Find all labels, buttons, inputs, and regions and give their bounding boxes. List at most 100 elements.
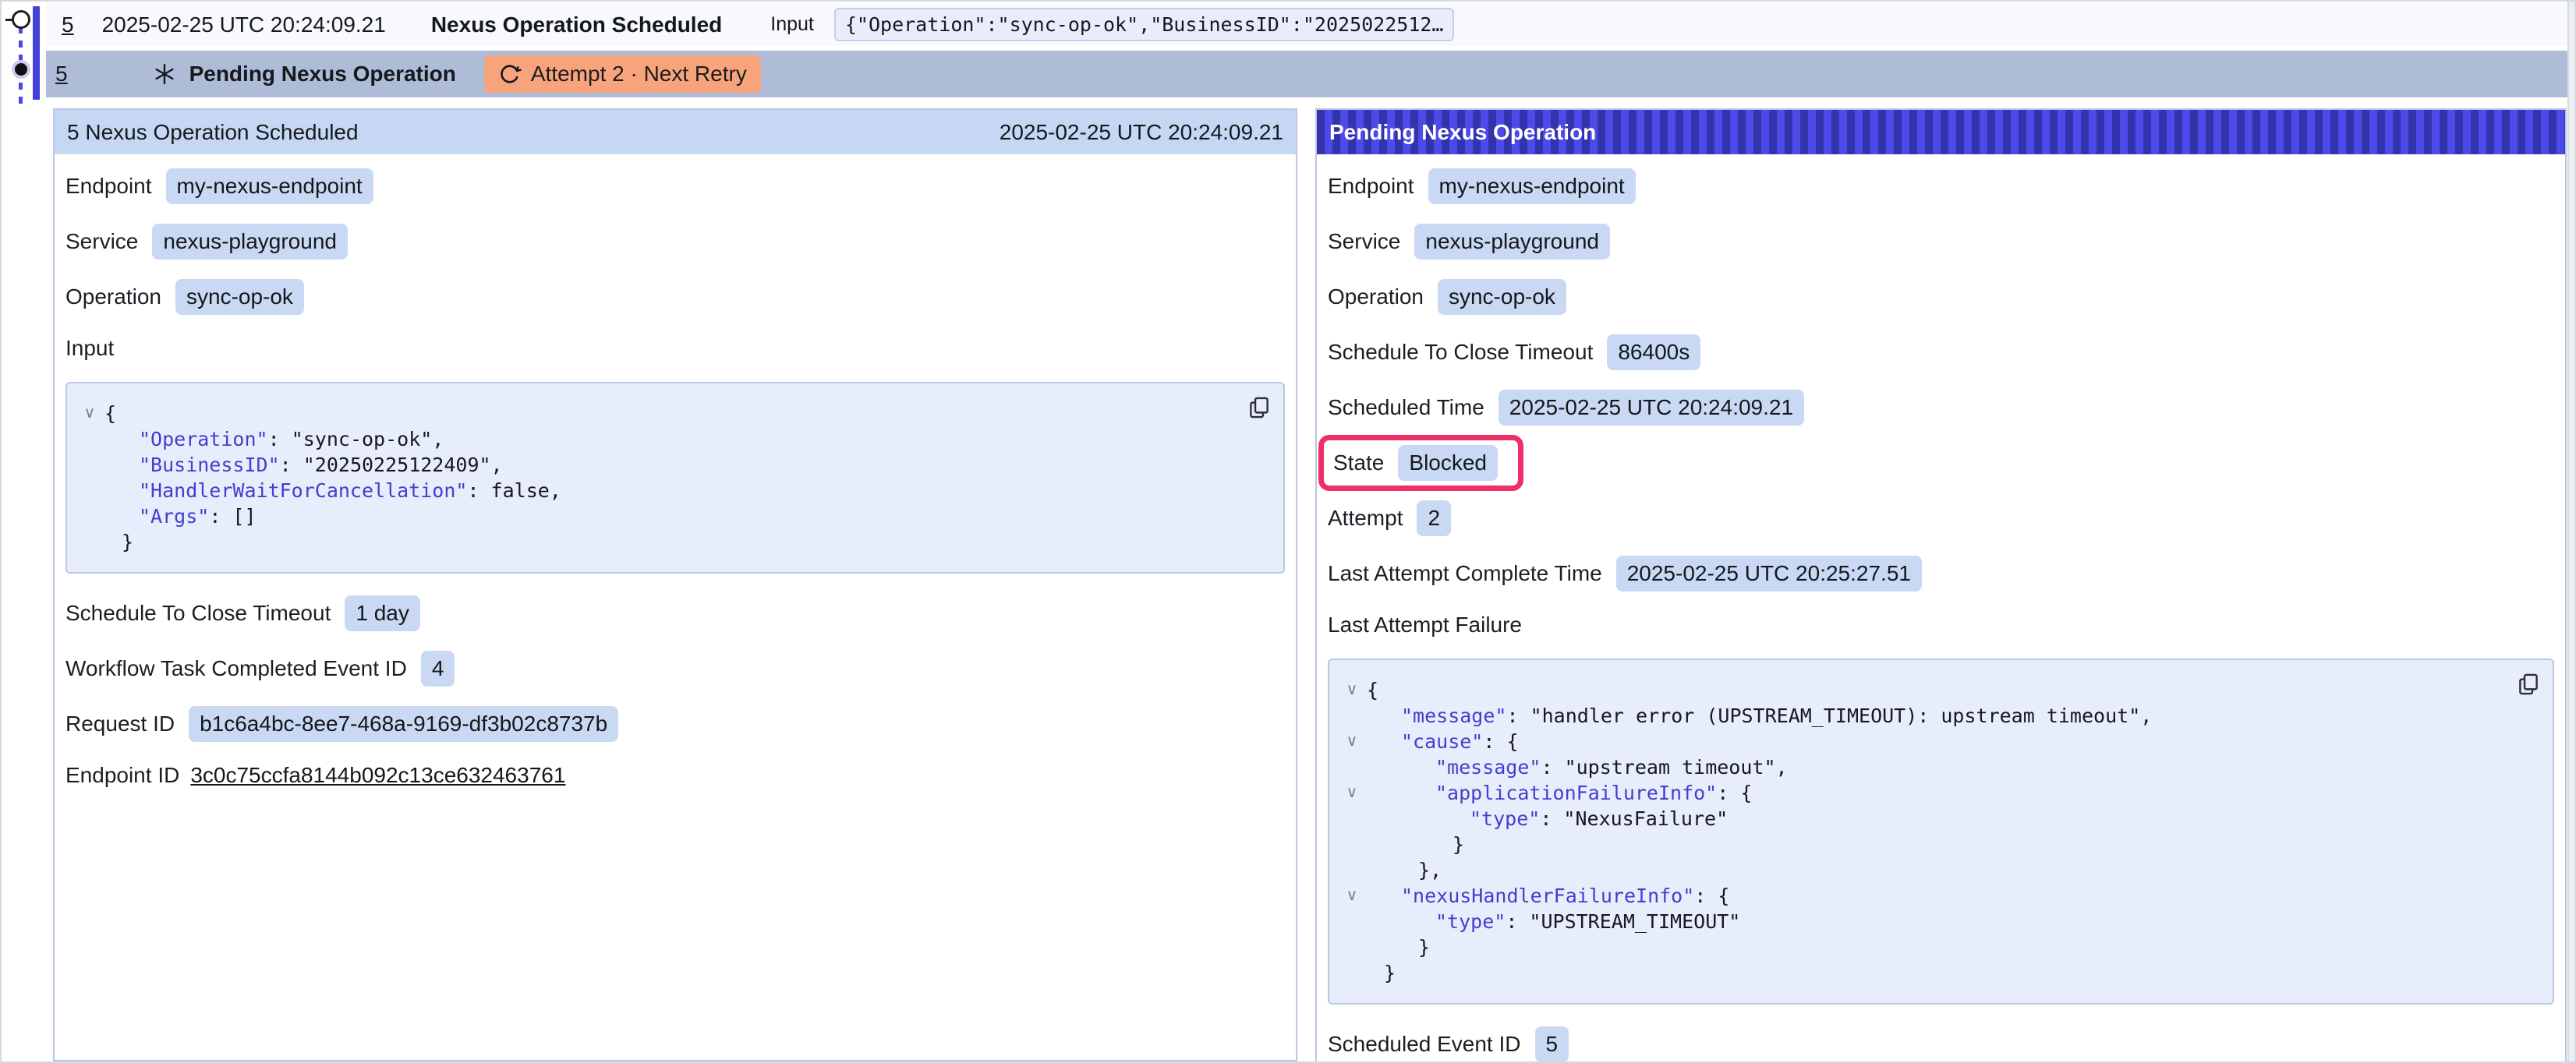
field-value-chip: 2025-02-25 UTC 20:25:27.51 bbox=[1616, 556, 1922, 592]
scheduled-panel-header: 5 Nexus Operation Scheduled 2025-02-25 U… bbox=[55, 110, 1296, 154]
field-label: Last Attempt Complete Time bbox=[1328, 561, 1602, 586]
field-label: Operation bbox=[1328, 284, 1424, 309]
scheduled-panel-body: Endpointmy-nexus-endpoint Servicenexus-pl… bbox=[55, 154, 1296, 823]
field-label: Input bbox=[65, 336, 114, 361]
code-gutter bbox=[1337, 857, 1367, 883]
json-code-line: ∨"nexusHandlerFailureInfo": { bbox=[1337, 883, 2506, 909]
scrollbar-gutter[interactable] bbox=[2567, 2, 2574, 1061]
pending-panel-body: Endpointmy-nexus-endpointServicenexus-pl… bbox=[1317, 154, 2565, 1063]
code-text: "message": "handler error (UPSTREAM_TIME… bbox=[1367, 703, 2152, 729]
code-gutter bbox=[75, 529, 104, 555]
code-text: "Operation": "sync-op-ok", bbox=[104, 426, 444, 452]
code-text: "type": "UPSTREAM_TIMEOUT" bbox=[1367, 909, 1740, 934]
field-label: Service bbox=[1328, 229, 1400, 254]
field-label: Scheduled Time bbox=[1328, 395, 1484, 420]
field-label: Request ID bbox=[65, 712, 175, 736]
json-code-line: } bbox=[75, 529, 1237, 555]
field-row-schedule-to-close-timeout: Schedule To Close Timeout 1 day bbox=[65, 595, 1285, 631]
field-value-link[interactable]: 3c0c75ccfa8144b092c13ce632463761 bbox=[190, 763, 565, 788]
field-value-chip: Blocked bbox=[1398, 445, 1498, 481]
pending-panel-header: Pending Nexus Operation bbox=[1317, 110, 2565, 154]
scheduled-panel-title: 5 Nexus Operation Scheduled bbox=[67, 120, 359, 145]
code-text: "BusinessID": "20250225122409", bbox=[104, 452, 503, 478]
field-label: Endpoint ID bbox=[65, 763, 179, 788]
code-text: "cause": { bbox=[1367, 729, 1519, 754]
event-row-nexus-operation-scheduled[interactable]: 5 2025-02-25 UTC 20:24:09.21 Nexus Opera… bbox=[46, 3, 2567, 46]
timeline-selected-bar bbox=[33, 6, 40, 100]
field-row-operation: Operationsync-op-ok bbox=[65, 279, 1285, 315]
code-text: "nexusHandlerFailureInfo": { bbox=[1367, 883, 1729, 909]
code-text: "applicationFailureInfo": { bbox=[1367, 780, 1752, 806]
json-code-line: ∨{ bbox=[1337, 677, 2506, 703]
field-row-operation: Operation sync-op-ok bbox=[1328, 279, 2554, 315]
pending-asterisk-icon bbox=[152, 62, 177, 87]
field-label: Attempt bbox=[1328, 506, 1403, 531]
json-code-line: "Operation": "sync-op-ok", bbox=[75, 426, 1237, 452]
field-label: Schedule To Close Timeout bbox=[1328, 340, 1593, 365]
field-value-chip: 2025-02-25 UTC 20:24:09.21 bbox=[1499, 390, 1804, 426]
collapse-chevron-icon[interactable]: ∨ bbox=[1337, 780, 1367, 806]
field-row-endpoint-id: Endpoint ID 3c0c75ccfa8144b092c13ce632463… bbox=[65, 761, 1285, 789]
field-row-schedule-to-close-timeout: Schedule To Close Timeout86400s bbox=[1328, 334, 2554, 370]
collapse-chevron-icon[interactable]: ∨ bbox=[1337, 883, 1367, 909]
retry-attempt-badge[interactable]: Attempt 2 · Next Retry bbox=[484, 55, 761, 93]
copy-icon[interactable] bbox=[2515, 671, 2542, 701]
event-id-link[interactable]: 5 bbox=[62, 12, 74, 37]
field-row-workflow-task-completed-event-id: Workflow Task Completed Event ID4 bbox=[65, 651, 1285, 687]
code-text: { bbox=[1367, 677, 1378, 703]
copy-icon[interactable] bbox=[1246, 394, 1272, 425]
field-row-service: Servicenexus-playground bbox=[65, 224, 1285, 260]
json-code-line: "type": "UPSTREAM_TIMEOUT" bbox=[1337, 909, 2506, 934]
input-json-block: ∨{"Operation": "sync-op-ok","BusinessID"… bbox=[65, 382, 1285, 574]
field-row-request-id: Request ID b1c6a4bc-8ee7-468a-9169-df3b02… bbox=[65, 706, 1285, 742]
code-gutter bbox=[1337, 703, 1367, 729]
event-id-link[interactable]: 5 bbox=[55, 62, 68, 87]
json-code-line: "HandlerWaitForCancellation": false, bbox=[75, 478, 1237, 503]
collapse-chevron-icon[interactable]: ∨ bbox=[1337, 677, 1367, 703]
code-gutter bbox=[1337, 806, 1367, 832]
json-code-line: ∨"cause": { bbox=[1337, 729, 2506, 754]
event-row-pending-nexus-operation[interactable]: 5 Pending Nexus Operation Attempt 2 · Ne… bbox=[46, 51, 2567, 97]
field-label: Operation bbox=[65, 284, 161, 309]
highlight-annotation-state: StateBlocked bbox=[1318, 435, 1523, 491]
json-code-line: }, bbox=[1337, 857, 2506, 883]
code-text: "message": "upstream timeout", bbox=[1367, 754, 1788, 780]
code-gutter bbox=[75, 478, 104, 503]
field-value-chip: my-nexus-endpoint bbox=[166, 168, 373, 204]
json-code-line: "Args": [] bbox=[75, 503, 1237, 529]
code-text: "type": "NexusFailure" bbox=[1367, 806, 1728, 832]
field-value-chip: b1c6a4bc-8ee7-468a-9169-df3b02c8737b bbox=[189, 706, 618, 742]
pending-event-title: Pending Nexus Operation bbox=[189, 62, 456, 87]
event-input-preview-badge[interactable]: {"Operation":"sync-op-ok","BusinessID":"… bbox=[834, 8, 1455, 41]
code-text: "HandlerWaitForCancellation": false, bbox=[104, 478, 561, 503]
field-label: Schedule To Close Timeout bbox=[65, 601, 331, 626]
json-code-line: ∨"applicationFailureInfo": { bbox=[1337, 780, 2506, 806]
timeline-filled-dot-marker[interactable] bbox=[12, 60, 30, 79]
field-label: Endpoint bbox=[1328, 174, 1414, 199]
code-gutter bbox=[1337, 960, 1367, 986]
code-text: { bbox=[104, 401, 116, 426]
field-row-input: Input bbox=[65, 334, 1285, 362]
field-row-endpoint: Endpointmy-nexus-endpoint bbox=[65, 168, 1285, 204]
code-gutter bbox=[1337, 934, 1367, 960]
field-row-last-attempt-complete-time: Last Attempt Complete Time 2025-02-25 UTC… bbox=[1328, 556, 2554, 592]
collapse-chevron-icon[interactable]: ∨ bbox=[1337, 729, 1367, 754]
field-value-chip: 2 bbox=[1417, 500, 1451, 536]
collapse-chevron-icon[interactable]: ∨ bbox=[75, 401, 104, 426]
json-code-line: "type": "NexusFailure" bbox=[1337, 806, 2506, 832]
timeline-open-circle-marker[interactable] bbox=[12, 10, 30, 29]
code-gutter bbox=[1337, 832, 1367, 857]
field-value-chip: sync-op-ok bbox=[1438, 279, 1566, 315]
field-value-chip: 5 bbox=[1535, 1026, 1569, 1062]
code-gutter bbox=[1337, 754, 1367, 780]
code-text: } bbox=[104, 529, 133, 555]
refresh-icon bbox=[498, 62, 522, 86]
json-code-line: } bbox=[1337, 960, 2506, 986]
event-timestamp: 2025-02-25 UTC 20:24:09.21 bbox=[102, 12, 386, 37]
field-row-last-attempt-failure: Last Attempt Failure bbox=[1328, 611, 2554, 639]
code-gutter bbox=[75, 503, 104, 529]
pending-operation-detail-panel: Pending Nexus Operation Endpointmy-nexus… bbox=[1315, 108, 2567, 1063]
field-label: Workflow Task Completed Event ID bbox=[65, 656, 407, 681]
field-label: Service bbox=[65, 229, 138, 254]
field-value-chip: 1 day bbox=[345, 595, 420, 631]
